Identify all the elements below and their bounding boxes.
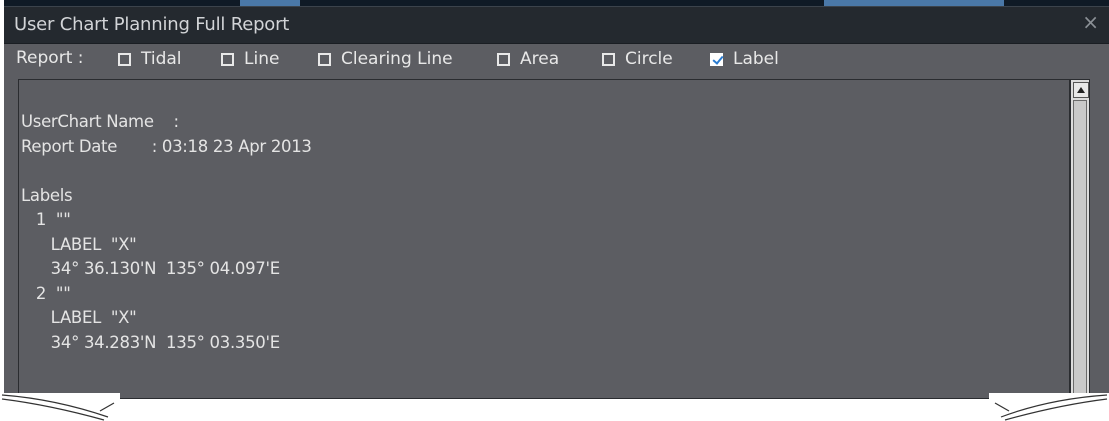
report-options-bar: Report : Tidal Line Clearing Line Area C… (4, 44, 1109, 74)
clearing-line-label: Clearing Line (341, 49, 453, 69)
report-label: Report : (16, 48, 84, 68)
report-line: 34° 34.283'N 135° 03.350'E (21, 332, 281, 352)
report-line: Report Date : 03:18 23 Apr 2013 (21, 136, 312, 156)
title-bar: User Chart Planning Full Report × (4, 6, 1109, 44)
report-line: Labels (21, 185, 73, 205)
report-line: 2 "" (21, 283, 71, 303)
line-label: Line (244, 49, 280, 69)
circle-label: Circle (625, 49, 673, 69)
clearing-line-checkbox[interactable] (318, 52, 331, 66)
tidal-checkbox[interactable] (118, 52, 131, 66)
option-label[interactable]: Label (710, 48, 779, 70)
label-label: Label (733, 49, 779, 69)
report-line: 34° 36.130'N 135° 04.097'E (21, 259, 281, 278)
option-circle[interactable]: Circle (602, 48, 673, 70)
report-text: UserChart Name : Report Date : 03:18 23 … (21, 110, 312, 355)
report-line: 1 "" (21, 210, 71, 229)
report-content[interactable]: UserChart Name : Report Date : 03:18 23 … (18, 79, 1070, 399)
scroll-up-arrow-icon[interactable] (1073, 82, 1089, 98)
report-line: UserChart Name : (21, 112, 179, 131)
tidal-label: Tidal (141, 49, 182, 69)
area-checkbox[interactable] (497, 52, 510, 66)
report-line: LABEL "X" (21, 308, 137, 327)
option-line[interactable]: Line (221, 48, 279, 70)
label-checkbox[interactable] (710, 52, 723, 66)
option-area[interactable]: Area (497, 48, 559, 70)
area-label: Area (520, 49, 560, 69)
option-clearing-line[interactable]: Clearing Line (318, 48, 453, 70)
report-line (21, 159, 312, 184)
page-break-left-icon (0, 393, 120, 421)
close-icon[interactable]: × (1082, 10, 1099, 34)
window-title: User Chart Planning Full Report (14, 14, 290, 35)
circle-checkbox[interactable] (602, 52, 615, 66)
scroll-thumb[interactable] (1073, 100, 1087, 396)
page-break-right-icon (989, 393, 1109, 421)
report-window: User Chart Planning Full Report × Report… (4, 0, 1109, 399)
line-checkbox[interactable] (221, 52, 234, 66)
vertical-scrollbar[interactable] (1070, 79, 1090, 399)
option-tidal[interactable]: Tidal (118, 48, 182, 70)
report-line: LABEL "X" (21, 234, 137, 254)
